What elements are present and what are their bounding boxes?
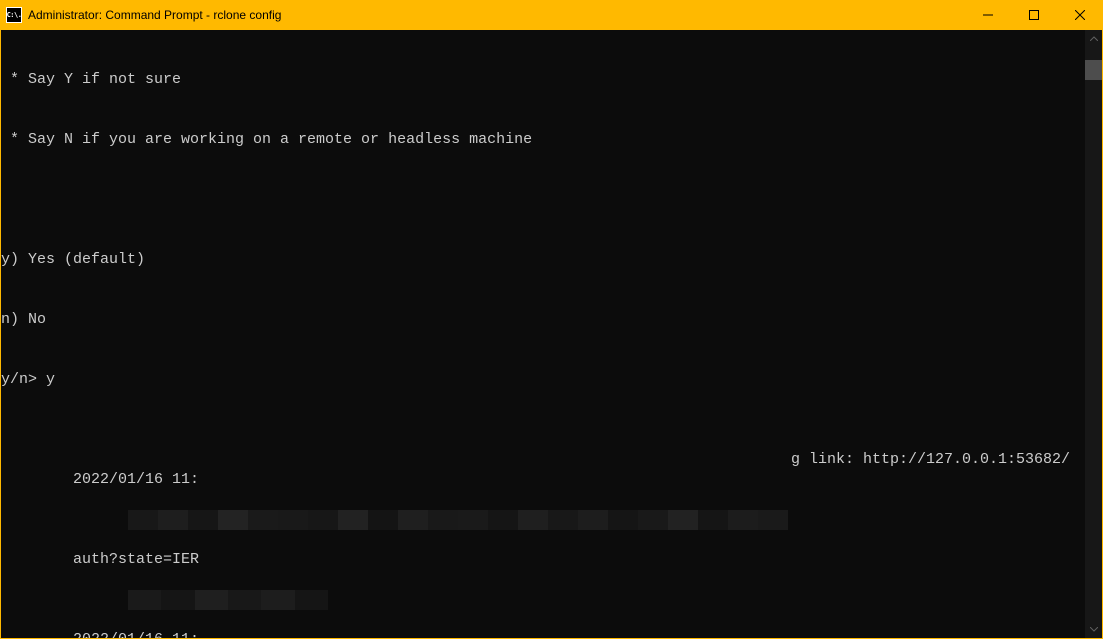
vertical-scrollbar[interactable]: [1085, 30, 1102, 638]
terminal-area: * Say Y if not sure * Say N if you are w…: [1, 30, 1102, 638]
maximize-button[interactable]: [1011, 0, 1057, 30]
terminal-line: * Say Y if not sure: [1, 70, 1085, 90]
chevron-up-icon: [1090, 36, 1098, 41]
scrollbar-thumb[interactable]: [1085, 60, 1102, 80]
close-icon: [1075, 10, 1085, 20]
link-fragment: g link: http://127.0.0.1:53682/: [791, 450, 1070, 470]
titlebar[interactable]: C:\. Administrator: Command Prompt - rcl…: [0, 0, 1103, 30]
terminal-line: * Say N if you are working on a remote o…: [1, 130, 1085, 150]
terminal-line: auth?state=IER: [1, 530, 1085, 550]
terminal-line: [1, 190, 1085, 210]
redacted-block: [128, 590, 328, 610]
redacted-block: [128, 510, 788, 530]
chevron-down-icon: [1090, 627, 1098, 632]
window-title: Administrator: Command Prompt - rclone c…: [28, 8, 281, 22]
scroll-down-arrow-icon[interactable]: [1085, 621, 1102, 638]
line-prefix: 2022/01/16 11:: [73, 631, 199, 638]
close-button[interactable]: [1057, 0, 1103, 30]
terminal-line: y) Yes (default): [1, 250, 1085, 270]
terminal-line: n) No: [1, 310, 1085, 330]
line-prefix: auth?state=IER: [73, 551, 199, 568]
minimize-button[interactable]: [965, 0, 1011, 30]
terminal-line: 2022/01/16 11:: [1, 610, 1085, 630]
minimize-icon: [983, 10, 993, 20]
window-controls: [965, 0, 1103, 30]
terminal-line: 2022/01/16 11: g link: http://127.0.0.1:…: [1, 450, 1085, 470]
terminal-line: y/n> y: [1, 370, 1085, 390]
window-frame: C:\. Administrator: Command Prompt - rcl…: [0, 0, 1103, 639]
terminal-output[interactable]: * Say Y if not sure * Say N if you are w…: [1, 30, 1085, 638]
cmd-icon: C:\.: [6, 7, 22, 23]
maximize-icon: [1029, 10, 1039, 20]
line-prefix: 2022/01/16 11:: [73, 471, 199, 488]
scroll-up-arrow-icon[interactable]: [1085, 30, 1102, 47]
